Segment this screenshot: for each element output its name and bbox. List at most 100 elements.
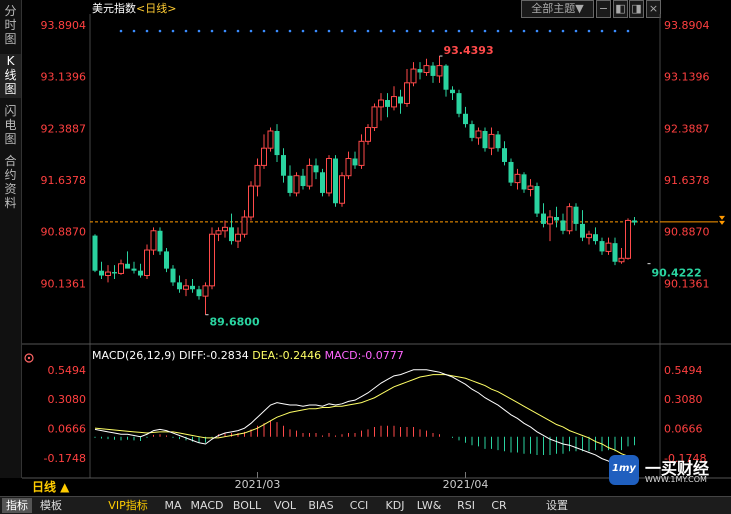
dea-value: DEA:-0.2446 [252, 349, 322, 362]
x-tick-label: 2021/04 [443, 478, 489, 491]
bottom-tab-1[interactable]: 模板 [36, 498, 66, 513]
diff-line [94, 369, 635, 468]
candle-body [443, 65, 449, 90]
marker-dot [249, 29, 253, 33]
candle-body [502, 148, 507, 162]
macd-layer [94, 369, 635, 468]
bottom-tab-0[interactable]: 指标 [2, 498, 32, 513]
dea-line [94, 374, 635, 460]
candle-body [527, 185, 534, 190]
candle-body [92, 235, 98, 271]
period-selector[interactable]: 日线 ▲ [32, 479, 69, 495]
macd-tick-right: 0.5494 [664, 364, 703, 377]
marker-dot [132, 29, 136, 33]
bottom-tab-12[interactable]: CR [488, 498, 510, 513]
marker-dot [613, 29, 617, 33]
candle-body [605, 242, 612, 252]
tab-lightning[interactable]: 闪电图 [0, 104, 21, 148]
candle-body [599, 241, 605, 252]
candle-body [456, 93, 462, 114]
marker-dot [626, 29, 630, 33]
bottom-tab-5[interactable]: BOLL [230, 498, 264, 513]
bottom-tab-13[interactable] [516, 498, 538, 513]
bottom-tab-7[interactable]: BIAS [304, 498, 338, 513]
bottom-tab-14[interactable]: 设置 [540, 498, 574, 513]
marker-dot [418, 29, 422, 33]
candle-body [365, 127, 371, 142]
candle-body [423, 65, 430, 73]
candle-body [248, 185, 254, 218]
price-tick-left: 90.8870 [41, 226, 87, 239]
marker-dot [457, 29, 461, 33]
candle-body [254, 164, 261, 187]
bottom-tab-6[interactable]: VOL [270, 498, 300, 513]
candle-body [150, 230, 157, 251]
watermark: 1my 一买财经 WWW.1MY.COM [609, 455, 717, 485]
marker-dot [470, 29, 474, 33]
marker-dot [535, 29, 539, 33]
candle-body [209, 233, 215, 287]
marker-dot [145, 29, 149, 33]
candle-body [112, 272, 117, 274]
candle-body [293, 175, 300, 194]
marker-dot [600, 29, 604, 33]
candle-body [534, 186, 540, 214]
marker-dot [496, 29, 500, 33]
marker-dot [184, 29, 188, 33]
logo-icon: 1my [609, 455, 639, 485]
bottom-tab-4[interactable]: MACD [190, 498, 224, 513]
marker-dot [509, 29, 513, 33]
bottom-tab-11[interactable]: RSI [452, 498, 480, 513]
marker-dot [587, 29, 591, 33]
reference-arrow-icon [719, 215, 725, 225]
candle-body [398, 96, 403, 104]
candle-body [326, 158, 332, 194]
candle-body [436, 65, 443, 77]
marker-dot [548, 29, 552, 33]
candle-body [593, 234, 598, 242]
candle-body [625, 219, 631, 259]
marker-dot [119, 29, 123, 33]
price-tick-right: 93.1396 [664, 71, 710, 84]
candle-body [541, 213, 546, 224]
candle-body [157, 230, 163, 252]
candle-body [554, 217, 559, 221]
candle-body [177, 282, 182, 290]
price-tick-right: 91.6378 [664, 174, 710, 187]
candle-body [547, 216, 553, 225]
candle-body [495, 134, 501, 149]
tab-kline[interactable]: K线图 [0, 54, 21, 98]
bottom-tab-8[interactable]: CCI [344, 498, 374, 513]
macd-tick-left: 0.0666 [48, 423, 87, 436]
tab-timeshare[interactable]: 分时图 [0, 4, 21, 48]
candle-body [235, 233, 241, 242]
candle-body [358, 140, 365, 166]
bottom-tab-9[interactable]: KDJ [380, 498, 410, 513]
bottom-tab-2[interactable]: VIP指标 [102, 498, 154, 513]
macd-settings-icon[interactable] [24, 348, 34, 363]
candle-body [215, 230, 222, 235]
marker-dot [262, 29, 266, 33]
marker-dot [574, 29, 578, 33]
price-tick-left: 92.3887 [41, 122, 87, 135]
candle-body [580, 223, 585, 238]
candle-body [306, 164, 313, 187]
bottom-tab-3[interactable]: MA [160, 498, 186, 513]
candle-body [261, 147, 267, 166]
candle-body [391, 96, 397, 108]
candle-body [410, 68, 417, 84]
price-tick-right: 90.8870 [664, 226, 710, 239]
macd-axis-labels: 0.5494 0.5494 0.3080 0.3080 0.0666 0.0666 -0.1… [44, 364, 707, 465]
candle-body [463, 113, 468, 125]
tab-contract-info[interactable]: 合约资料 [0, 154, 21, 212]
x-axis: 2021/03 2021/04 [235, 472, 489, 491]
price-tick-right: 93.8904 [664, 19, 710, 32]
bottom-tab-10[interactable]: LW& [412, 498, 446, 513]
candle-body [144, 249, 150, 277]
candle-body [632, 220, 637, 223]
candle-body [196, 289, 202, 297]
macd-tick-left: 0.5494 [48, 364, 87, 377]
macd-tick-left: 0.3080 [48, 393, 87, 406]
candle-body [202, 285, 209, 297]
candle-body [573, 206, 579, 224]
